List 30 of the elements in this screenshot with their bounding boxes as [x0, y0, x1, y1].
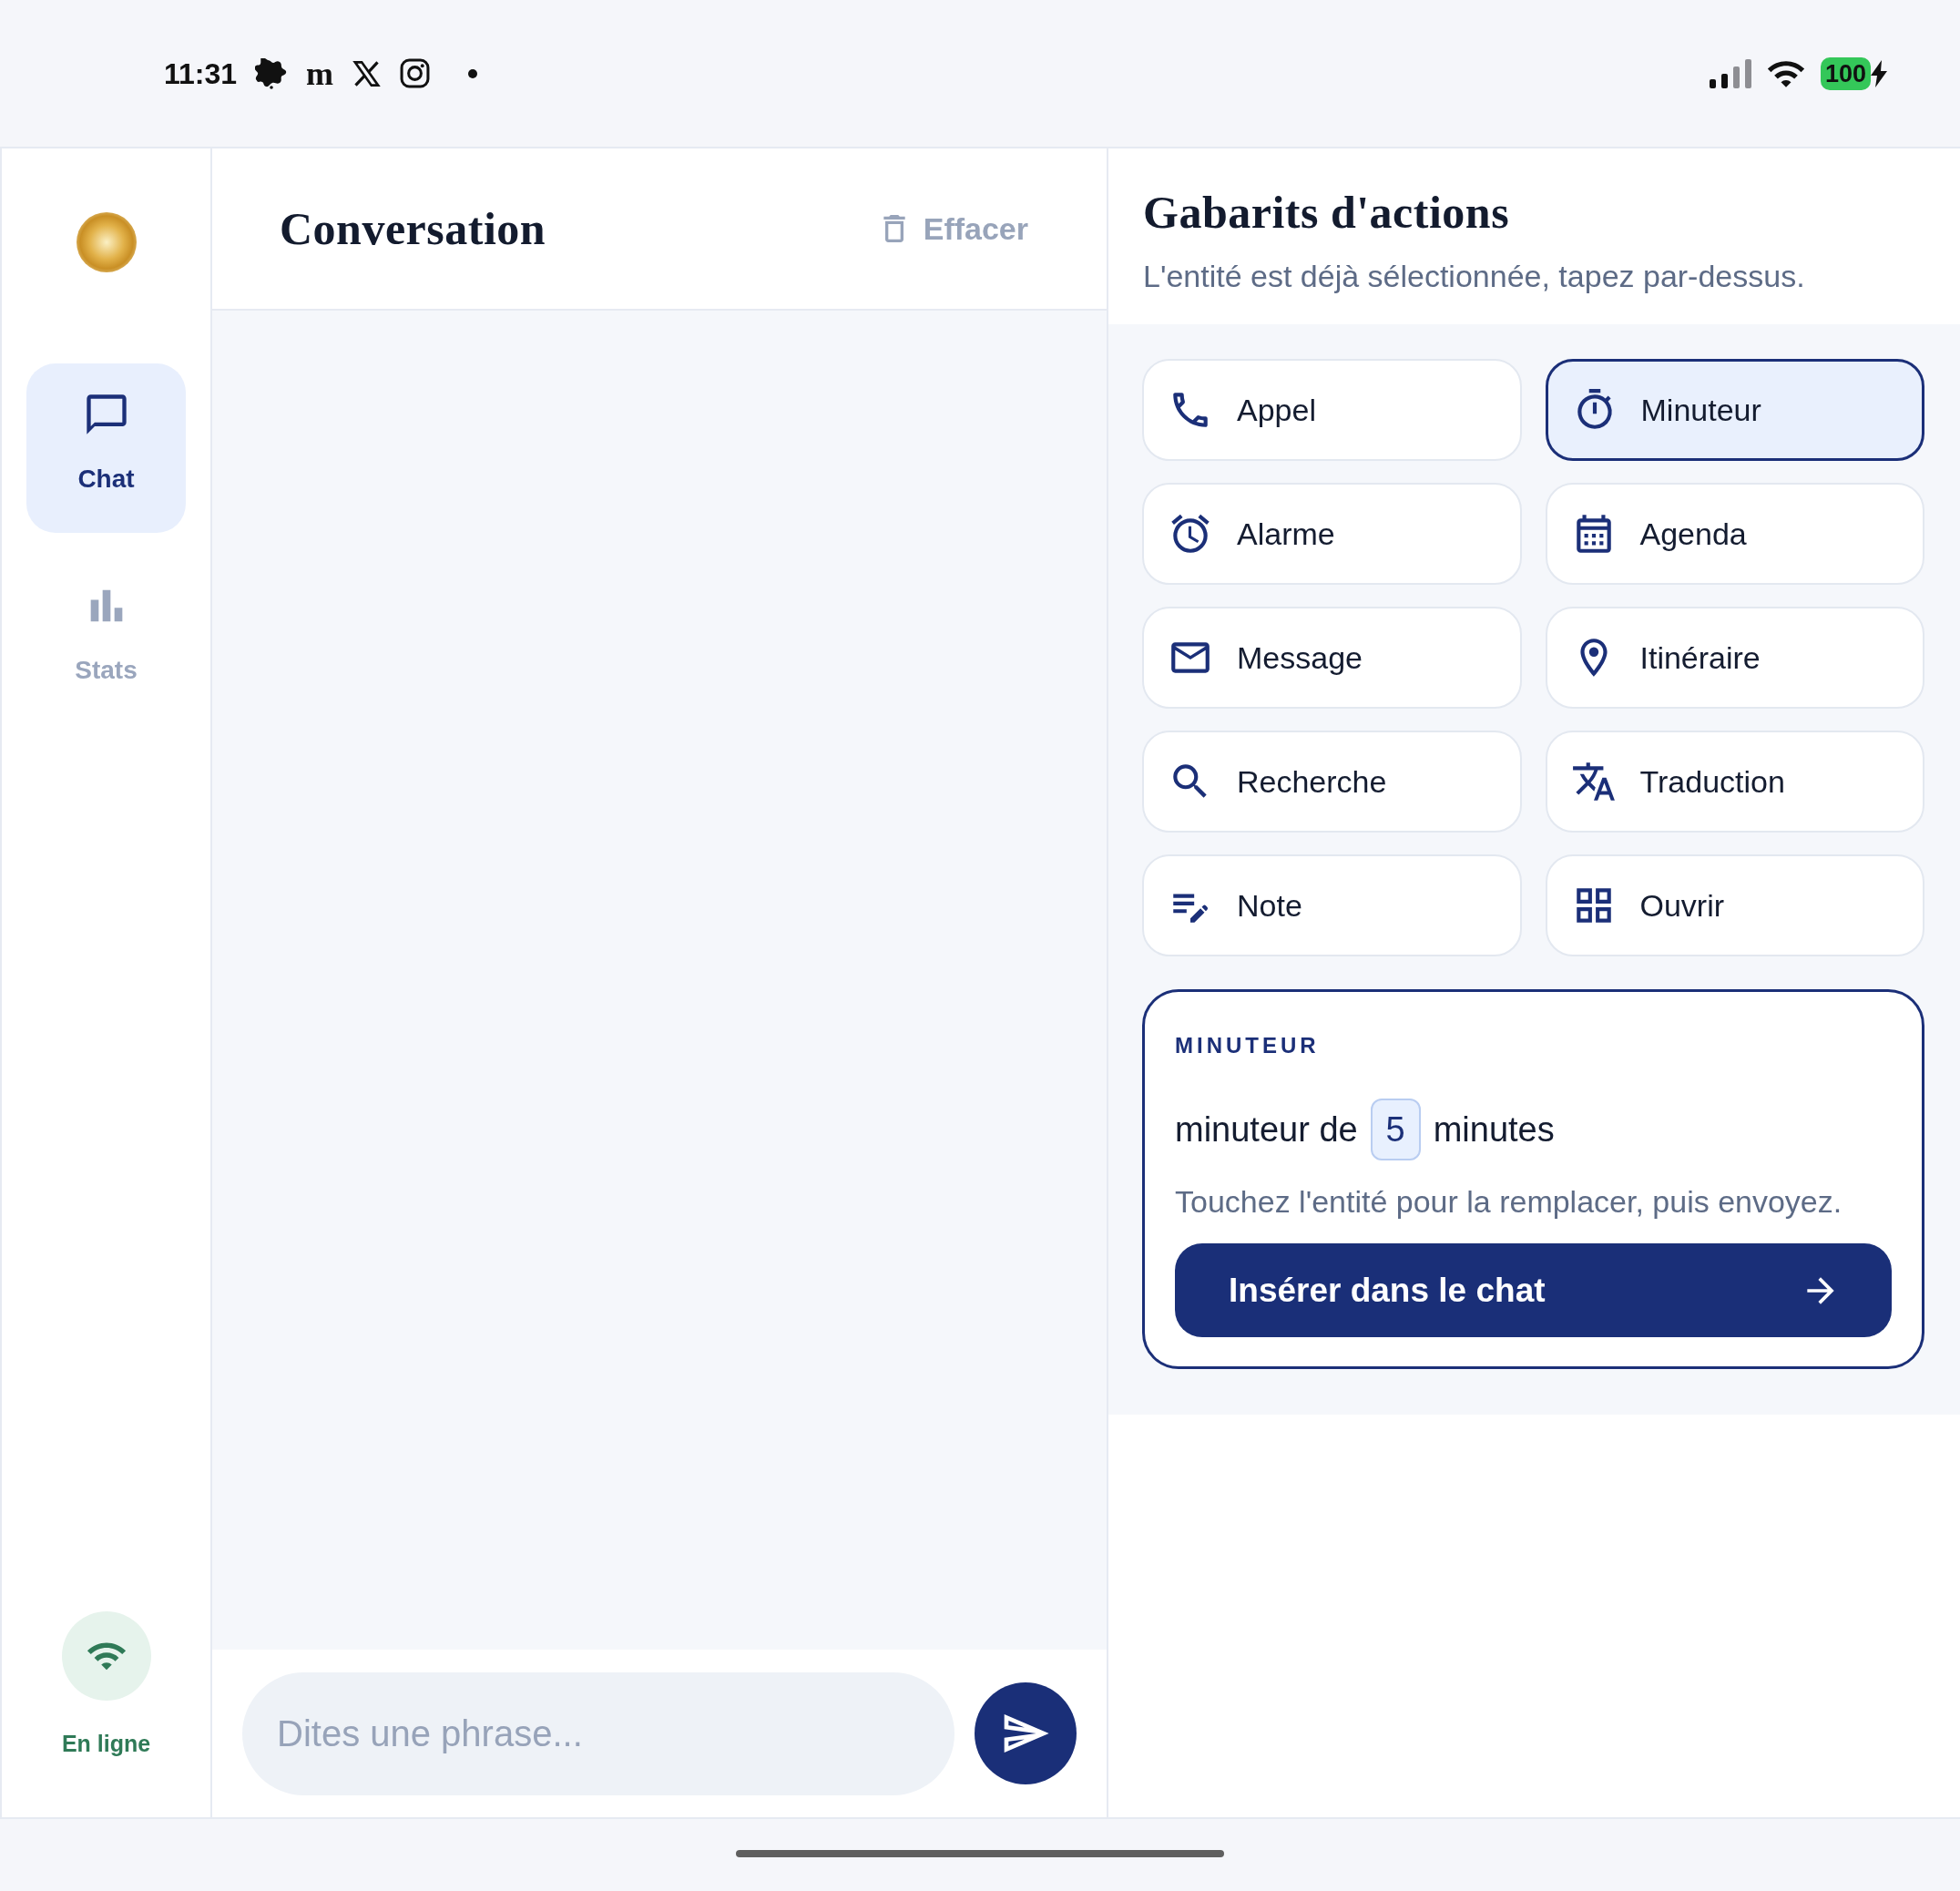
template-button[interactable]: Traduction — [1545, 731, 1924, 833]
camera-icon — [400, 58, 431, 88]
template-button[interactable]: Agenda — [1545, 483, 1924, 585]
panel-subtitle: L'entité est déjà sélectionnée, tapez par-dessus. — [1143, 258, 1805, 295]
hint-text: Touchez l'entité pour la remplacer, puis envoyez. — [1175, 1183, 1843, 1220]
template-button[interactable]: Ouvrir — [1545, 854, 1924, 956]
entity-chip[interactable]: 5 — [1370, 1099, 1421, 1160]
clock-time: 11:31 — [164, 56, 238, 92]
x-logo-icon — [352, 58, 383, 88]
panel-title: Conversation — [280, 202, 546, 256]
battery-indicator: 100 — [1820, 56, 1871, 90]
template-button[interactable]: Alarme — [1142, 483, 1522, 585]
sidebar-nav-item[interactable]: Chat — [26, 363, 186, 533]
template-button[interactable]: Minuteur — [1545, 359, 1924, 461]
dot-icon — [468, 68, 478, 78]
message-input[interactable]: Dites une phrase... — [242, 1671, 955, 1795]
insert-button[interactable]: Insérer dans le chat — [1175, 1243, 1892, 1337]
template-button[interactable]: Recherche — [1142, 731, 1522, 833]
letter-logo: m — [306, 56, 334, 90]
signal-icon — [1709, 58, 1751, 88]
sentence-text: minutes — [1433, 1109, 1555, 1150]
template-button[interactable]: Note — [1142, 854, 1522, 956]
template-button[interactable]: Itinéraire — [1545, 607, 1924, 709]
connection-status: En ligne — [61, 1730, 151, 1757]
preview-heading: MINUTEUR — [1175, 1032, 1320, 1059]
template-button[interactable]: Message — [1142, 607, 1522, 709]
panel-title: Gabarits d'actions — [1143, 186, 1510, 240]
template-button[interactable]: Appel — [1142, 359, 1522, 461]
splat-icon — [255, 57, 289, 89]
sentence-text: minuteur de — [1175, 1109, 1358, 1150]
